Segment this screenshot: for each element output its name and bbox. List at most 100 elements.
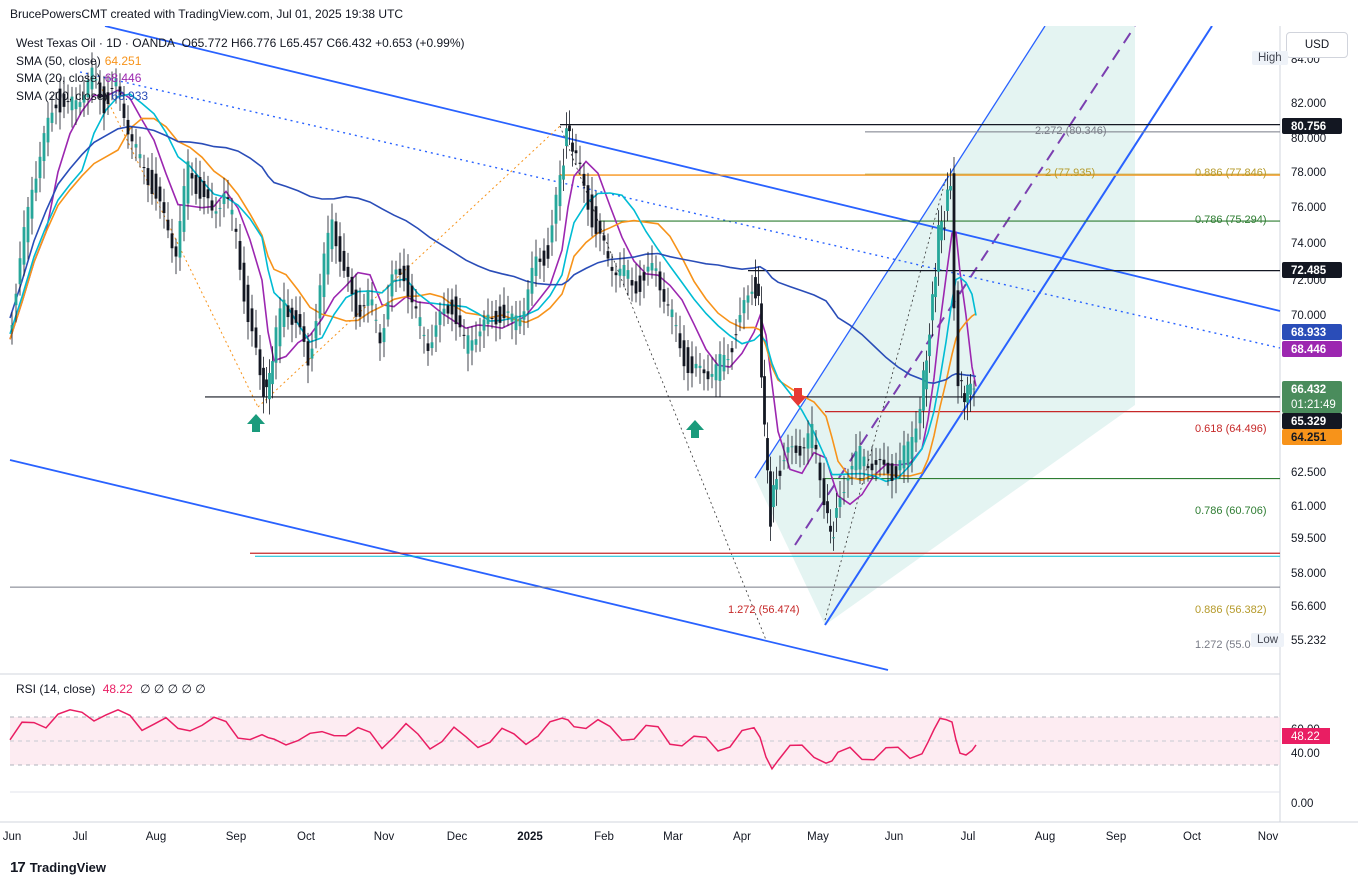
candle-body <box>682 340 686 367</box>
candle-body <box>534 256 538 276</box>
legend-sma200-value: 68.933 <box>111 88 149 103</box>
candle-body <box>786 447 790 453</box>
candle-body <box>450 299 454 315</box>
price-tag-value: 64.251 <box>1291 432 1327 444</box>
candle-body <box>438 311 442 325</box>
candle-body <box>658 271 662 291</box>
candle-body <box>678 333 682 349</box>
price-axis-tick: 59.500 <box>1291 533 1326 545</box>
candle-body <box>318 285 322 319</box>
candle-body <box>582 173 586 186</box>
legend-sma50[interactable]: SMA (50, close) 64.251 <box>16 53 465 71</box>
rsi-current-value: 48.22 <box>1291 731 1320 743</box>
candle-body <box>206 189 210 199</box>
candle-body <box>562 165 565 180</box>
candle-body <box>134 144 138 148</box>
candle-body <box>832 537 835 539</box>
candle-body <box>50 112 54 123</box>
candle-body <box>486 314 490 324</box>
candle-body <box>578 162 582 164</box>
candle-body <box>790 446 794 448</box>
candle-body <box>598 220 602 234</box>
legend-sma20-value: 68.446 <box>104 71 142 85</box>
candle-body <box>526 289 530 311</box>
candle-body <box>234 228 238 232</box>
candle-body <box>194 174 198 194</box>
time-axis-tick: Feb <box>594 831 614 843</box>
legend-ohlc: O65.772 H66.776 L65.457 C66.432 +0.653 (… <box>181 36 465 50</box>
legend-sma200[interactable]: SMA (200, close) 68.933 <box>16 88 465 106</box>
candle-body <box>742 300 746 314</box>
candle-body <box>342 250 346 271</box>
price-chart[interactable]: 2.272 (80.346) 2 (77.935) 0.886 (77.846) 0.… <box>0 26 1358 852</box>
up-arrow-icon <box>686 420 704 438</box>
candle-body <box>178 221 182 258</box>
candle-body <box>268 372 271 400</box>
rsi-extra: ∅ ∅ ∅ ∅ ∅ <box>140 682 206 696</box>
legend-symbol[interactable]: West Texas Oil · 1D · OANDA <box>16 36 174 50</box>
candle-body <box>426 343 430 351</box>
candle-body <box>142 167 146 169</box>
fib-level-label: 1.272 (55.0 <box>1195 639 1251 651</box>
time-axis-tick: Dec <box>447 831 468 843</box>
candle-body <box>952 173 956 309</box>
fib-level-label: 0.886 (56.382) <box>1195 604 1267 616</box>
candle-body <box>568 125 571 132</box>
candle-body <box>374 319 378 321</box>
candle-body <box>246 284 250 323</box>
price-axis-tick: 56.600 <box>1291 601 1326 613</box>
candle-body <box>42 133 46 162</box>
currency-button[interactable]: USD <box>1286 32 1348 58</box>
candle-body <box>886 462 890 474</box>
chart-legend: West Texas Oil · 1D · OANDA O65.772 H66.… <box>16 35 465 105</box>
time-axis-tick: Jun <box>885 831 904 843</box>
candle-body <box>937 225 940 272</box>
candle-body <box>10 325 14 329</box>
candle-body <box>674 325 678 327</box>
candle-body <box>730 348 734 353</box>
tradingview-brand[interactable]: 17 TradingView <box>10 859 106 876</box>
candle-body <box>470 340 474 351</box>
candle-body <box>818 462 822 481</box>
candle-body <box>558 175 562 207</box>
price-axis-tick: 70.000 <box>1291 310 1326 322</box>
candle-body <box>960 380 963 382</box>
candle-body <box>706 371 710 380</box>
candle-body <box>166 219 170 231</box>
candle-body <box>466 335 470 354</box>
candle-body <box>502 304 506 319</box>
candle-body <box>474 339 478 345</box>
candle-body <box>322 253 326 298</box>
candle-body <box>626 270 630 279</box>
candle-body <box>130 134 134 142</box>
legend-sma20[interactable]: SMA (20, close) 68.446 <box>16 70 465 88</box>
candle-body <box>842 492 846 494</box>
candle-body <box>462 334 466 336</box>
candle-body <box>162 202 166 214</box>
fib-level-label: 0.618 (64.496) <box>1195 423 1267 435</box>
candle-body <box>650 262 654 271</box>
candle-body <box>698 365 702 368</box>
candle-body <box>378 332 382 344</box>
candle-body <box>542 250 546 266</box>
rsi-legend[interactable]: RSI (14, close) 48.22 ∅ ∅ ∅ ∅ ∅ <box>16 682 206 696</box>
candle-body <box>358 304 362 317</box>
tradingview-wordmark: TradingView <box>29 860 107 875</box>
candle-body <box>482 319 486 331</box>
candle-body <box>446 305 450 314</box>
candle-body <box>806 433 810 449</box>
candle-body <box>254 327 258 348</box>
candle-body <box>798 446 802 456</box>
candle-body <box>874 460 878 465</box>
time-axis-tick: Jul <box>73 831 88 843</box>
candle-body <box>814 444 818 450</box>
price-axis-tick: 55.232 <box>1291 635 1326 647</box>
candle-body <box>882 459 886 465</box>
candle-body <box>922 370 925 411</box>
candle-body <box>966 384 969 403</box>
candle-body <box>810 423 814 449</box>
candle-body <box>772 485 775 508</box>
candle-body <box>330 219 334 250</box>
candle-body <box>726 359 730 361</box>
candle-body <box>969 383 972 395</box>
